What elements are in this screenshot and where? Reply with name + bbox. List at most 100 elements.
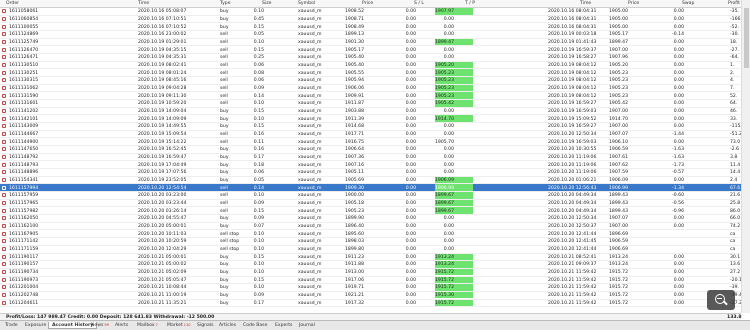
cell-sl: 0.00 <box>405 216 416 222</box>
cell-symbol: xauusd_m <box>298 9 322 15</box>
table-row[interactable]: 1611148792 2020.10.19 16:59:47 buy 0.17 xauu… <box>0 154 741 162</box>
table-row[interactable]: 1611201004 2020.10.21 10:08:44 buy 0.10 xauu… <box>0 284 741 292</box>
cell-sl: 0.00 <box>405 270 416 276</box>
tab-market[interactable]: Market110 <box>164 322 193 329</box>
cell-type: sell <box>220 101 228 107</box>
tab-news[interactable]: News99 <box>88 322 112 329</box>
table-row[interactable]: 1611144900 2020.10.19 15:14:22 sell 0.11 xau… <box>0 138 741 147</box>
tab-code-base[interactable]: Code Base <box>240 322 270 329</box>
table-row[interactable]: 1611162050 2020.10.20 04:55:47 buy 0.09 xauu… <box>0 215 741 223</box>
tab-articles[interactable]: Articles <box>216 322 239 329</box>
table-row[interactable]: 1611204611 2020.10.21 11:35:21 buy 0.17 xauu… <box>0 299 741 308</box>
cell-price: 1905.69 <box>345 177 364 183</box>
cell-size: 0.09 <box>253 216 264 222</box>
cell-ctime: 2020.10.21 11:59:42 <box>548 285 597 291</box>
table-row[interactable]: 1611157982 2020.10.20 03:26:14 sell 0.15 xau… <box>0 207 741 216</box>
terminal-window: Order Time Type Size Symbol Price S / L … <box>0 0 750 330</box>
table-row[interactable]: 1611131062 2020.10.19 09:04:28 sell 0.09 xau… <box>0 84 741 93</box>
table-row[interactable]: 1611142101 2020.10.19 14:09:09 buy 0.10 xauu… <box>0 115 741 124</box>
cell-tp: 1913.24 <box>435 254 454 260</box>
table-row[interactable]: 1611148793 2020.10.19 17:04:49 buy 0.18 xauu… <box>0 161 741 170</box>
table-row[interactable]: 1611130251 2020.10.19 08:01:24 sell 0.08 xau… <box>0 69 741 78</box>
table-row[interactable]: 1611157965 2020.10.20 03:23:44 sell 0.09 xau… <box>0 199 741 208</box>
col-swap[interactable]: Swap <box>682 1 694 6</box>
cell-tp: 1905.70 <box>435 139 454 145</box>
table-row[interactable]: 1611167905 2020.10.20 10:11:03 sell stop 0.… <box>0 230 741 239</box>
cell-price: 1895.60 <box>345 231 364 237</box>
cell-symbol: xauusd_m <box>298 116 322 122</box>
table-row[interactable]: 1611130315 2020.10.19 08:45:16 sell 0.06 xau… <box>0 77 741 85</box>
cell-size: 0.15 <box>253 24 264 30</box>
table-row[interactable]: 1611126470 2020.10.19 04:35:15 sell 0.15 xau… <box>0 46 741 55</box>
cell-symbol: xauusd_m <box>298 216 322 222</box>
col-sl[interactable]: S / L <box>414 1 424 6</box>
table-row[interactable]: 1611171142 2020.10.20 10:20:59 sell stop 0.… <box>0 238 741 246</box>
cell-cprice: 1906.09 <box>609 177 628 183</box>
table-row[interactable]: 1611124869 2020.10.16 23:00:02 sell 0.05 xau… <box>0 31 741 39</box>
tab-alerts[interactable]: Alerts <box>112 322 131 329</box>
table-row[interactable]: 1611144667 2020.10.19 15:09:54 sell 0.16 xau… <box>0 131 741 139</box>
table-row[interactable]: 1611148896 2020.10.19 17:07:56 buy 0.06 xauu… <box>0 169 741 177</box>
cell-profit: 27.2 <box>730 270 741 276</box>
table-row[interactable]: 1611190117 2020.10.21 05:00:01 buy 0.15 xauu… <box>0 253 741 262</box>
table-row[interactable]: 1611157994 2020.10.20 12:54:54 sell 0.14 xau… <box>0 184 741 193</box>
table-row[interactable]: 1611141202 2020.10.19 14:09:04 buy 0.15 xauu… <box>0 108 741 116</box>
cell-cprice: 1914.70 <box>609 116 628 122</box>
tab-signals[interactable]: Signals <box>194 322 217 329</box>
table-row[interactable]: 1611190157 2020.10.21 05:00:02 buy 0.10 xauu… <box>0 261 741 269</box>
cell-tp: 0.00 <box>443 247 454 253</box>
cell-ctime: 2020.10.19 08:04:12 <box>548 93 597 99</box>
col-price[interactable]: Price <box>362 1 373 6</box>
order-row-icon <box>2 262 6 267</box>
table-row[interactable]: 1611125749 2020.10.19 01:29:01 sell 0.10 xau… <box>0 38 741 47</box>
table-row[interactable]: 1611190734 2020.10.21 05:02:09 buy 0.10 xauu… <box>0 268 741 277</box>
table-row[interactable]: 1611143009 2020.10.19 14:49:55 buy 0.15 xauu… <box>0 123 741 131</box>
table-row[interactable]: 1611131590 2020.10.19 09:11:30 sell 0.14 xau… <box>0 92 741 101</box>
tab-trade[interactable]: Trade <box>2 322 21 329</box>
table-row[interactable]: 1611147650 2020.10.19 16:52:45 buy 0.16 xauu… <box>0 146 741 154</box>
table-row[interactable]: 1611131601 2020.10.19 10:59:20 sell 0.10 xau… <box>0 100 741 108</box>
table-row[interactable]: 1611060854 2020.10.16 07:10:51 buy 0.45 xauu… <box>0 16 741 24</box>
scrollbar-thumb[interactable] <box>744 8 749 68</box>
col-type[interactable]: Type <box>220 1 231 6</box>
cell-ctime: 2020.10.20 12:41:45 <box>548 239 597 245</box>
tab-experts[interactable]: Experts <box>272 322 295 329</box>
col-profit[interactable]: Profit <box>728 1 740 6</box>
cell-price: 1913.00 <box>345 270 364 276</box>
cell-symbol: xauusd_m <box>298 124 322 130</box>
tab-journal[interactable]: Journal <box>296 322 318 329</box>
table-row[interactable]: 1611130510 2020.10.19 08:02:41 sell 0.06 xau… <box>0 61 741 70</box>
tab-mailbox[interactable]: Mailbox7 <box>134 322 161 329</box>
col-close-price[interactable]: Price <box>628 1 639 6</box>
cell-order: 1611124869 <box>9 32 39 38</box>
cell-sl: 0.00 <box>405 200 416 206</box>
table-row[interactable]: 1611100055 2020.10.16 07:10:52 buy 0.15 xauu… <box>0 23 741 32</box>
col-tp[interactable]: T / P <box>465 1 475 6</box>
table-row[interactable]: 1611058061 2020.10.16 05:08:07 buy 0.10 xauu… <box>0 8 741 16</box>
cell-size: 0.15 <box>253 254 264 260</box>
vertical-scrollbar[interactable] <box>741 0 750 313</box>
table-row[interactable]: 1611190973 2020.10.21 05:05:47 buy 0.15 xauu… <box>0 276 741 285</box>
zoom-out-icon[interactable] <box>707 290 735 310</box>
cell-order: 1611171159 <box>9 247 39 253</box>
cell-sl: 0.00 <box>405 231 416 237</box>
tab-exposure[interactable]: Exposure <box>22 322 49 329</box>
table-row[interactable]: 1611162100 2020.10.20 05:00:01 buy 0.07 xauu… <box>0 223 741 231</box>
table-row[interactable]: 1611154341 2020.10.19 23:52:05 buy 0.05 xauu… <box>0 176 741 185</box>
table-row[interactable]: 1611157959 2020.10.20 03:23:00 sell 0.10 xau… <box>0 192 741 200</box>
table-row[interactable]: 1611171159 2020.10.20 12:04:29 sell stop 0.… <box>0 246 741 254</box>
cell-price: 1908.49 <box>345 24 364 30</box>
cell-order: 1611148793 <box>9 162 39 168</box>
cell-ctime: 2020.10.20 04:49:34 <box>548 193 597 199</box>
cell-time: 2020.10.20 10:11:03 <box>138 231 187 237</box>
cell-symbol: xauusd_m <box>298 285 322 291</box>
cell-profit: -166. <box>730 16 741 22</box>
col-size[interactable]: Size <box>262 1 271 6</box>
col-symbol[interactable]: Symbol <box>298 1 315 6</box>
col-time[interactable]: Time <box>138 1 149 6</box>
cell-profit: ca <box>730 247 736 253</box>
table-row[interactable]: 1611202748 2020.10.21 11:00:19 buy 0.09 xauu… <box>0 291 741 300</box>
col-close-time[interactable]: Time <box>580 1 591 6</box>
col-order[interactable]: Order <box>6 1 19 6</box>
table-row[interactable]: 1611126471 2020.10.19 04:35:31 sell 0.25 xau… <box>0 54 741 62</box>
